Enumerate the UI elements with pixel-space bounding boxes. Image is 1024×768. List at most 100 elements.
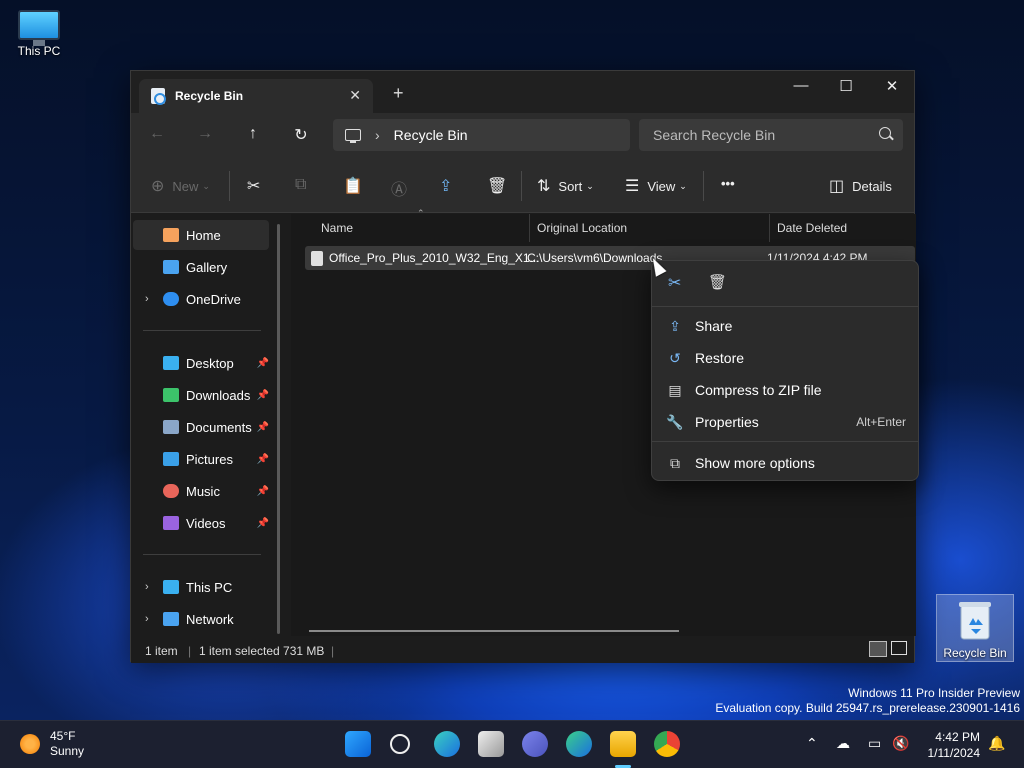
delete-button[interactable]: 🗑 — [487, 176, 515, 196]
breadcrumb-recycle-bin[interactable]: Recycle Bin — [394, 127, 468, 143]
recycle-bin-icon — [151, 88, 166, 105]
paste-button[interactable]: 📋 — [343, 176, 371, 196]
menu-item-show-more-options[interactable]: ⧉ Show more options — [666, 451, 906, 475]
scissors-icon[interactable]: ✂ — [668, 273, 681, 293]
file-location: C:\Users\vm6\Downloads — [527, 251, 663, 265]
sidebar-item-label: This PC — [186, 579, 233, 595]
volume-muted-icon[interactable]: 🔇 — [892, 735, 909, 752]
sidebar-item-gallery[interactable]: Gallery — [133, 252, 269, 282]
copy-button[interactable]: ⧉ — [295, 176, 314, 194]
onedrive-offline-icon[interactable]: ☁ — [836, 735, 850, 752]
sidebar-item-pictures[interactable]: Pictures 📌 — [133, 444, 269, 474]
sidebar-scrollbar[interactable] — [277, 224, 280, 634]
desktop-icon-recycle-bin[interactable]: Recycle Bin — [936, 594, 1014, 662]
chevron-up-icon[interactable]: ⌃ — [806, 735, 818, 752]
sort-icon: ⇅ — [537, 178, 551, 195]
status-divider: | — [188, 644, 192, 658]
maximize-button[interactable]: ☐ — [830, 77, 862, 95]
scissors-icon: ✂ — [247, 178, 261, 195]
recycle-bin-icon — [959, 602, 991, 640]
tab-title: Recycle Bin — [175, 89, 244, 103]
sidebar-item-network[interactable]: › Network — [133, 604, 269, 634]
task-view-icon[interactable] — [478, 731, 504, 757]
details-button[interactable]: ◫ Details — [829, 176, 892, 196]
share-button[interactable]: ⇪ — [439, 176, 460, 196]
sidebar-item-onedrive[interactable]: › OneDrive — [133, 284, 269, 314]
desktop-icon-label: Recycle Bin — [943, 646, 1007, 660]
chevron-right-icon[interactable]: › — [375, 127, 380, 143]
taskbar: 45°F Sunny ⌃ ☁ ▭ 🔇 4:42 PM 1/11/2024 🔔 — [0, 720, 1024, 768]
teams-chat-icon[interactable] — [522, 731, 548, 757]
network-icon — [163, 612, 179, 626]
up-arrow-icon[interactable]: ↑ — [243, 125, 263, 143]
tiles-view-icon[interactable] — [891, 641, 907, 655]
details-view-icon[interactable] — [869, 641, 887, 657]
forward-arrow-icon[interactable]: → — [195, 125, 215, 143]
sidebar-item-documents[interactable]: Documents 📌 — [133, 412, 269, 442]
chrome-icon[interactable] — [654, 731, 680, 757]
context-menu-quick-actions: ✂ 🗑 — [652, 261, 918, 307]
notification-bell-icon[interactable]: 🔔 — [988, 735, 1005, 752]
refresh-icon[interactable]: ↻ — [291, 125, 311, 145]
pin-icon: 📌 — [256, 453, 269, 465]
chevron-right-icon[interactable]: › — [145, 581, 149, 593]
start-button[interactable] — [345, 731, 371, 757]
back-arrow-icon[interactable]: ← — [147, 125, 167, 143]
close-button[interactable]: ✕ — [876, 77, 908, 95]
horizontal-scrollbar[interactable] — [309, 630, 679, 632]
details-label: Details — [852, 178, 892, 194]
rename-button[interactable]: Ⓐ — [391, 176, 415, 200]
sidebar-item-desktop[interactable]: Desktop 📌 — [133, 348, 269, 378]
search-icon[interactable] — [390, 734, 410, 754]
close-tab-icon[interactable]: ✕ — [349, 87, 361, 104]
chevron-right-icon[interactable]: › — [145, 293, 149, 305]
cut-button[interactable]: ✂ — [247, 176, 268, 196]
trash-icon[interactable]: 🗑 — [708, 273, 727, 291]
new-tab-button[interactable]: + — [393, 83, 404, 104]
command-bar: ⊕ New ⌄ ✂ ⧉ 📋 Ⓐ ⇪ 🗑 ⇅ Sort ⌄ ☰ View ⌄ ••… — [131, 159, 914, 213]
tab-recycle-bin[interactable]: Recycle Bin ✕ — [139, 79, 373, 113]
clock-time: 4:42 PM — [935, 730, 980, 744]
search-input[interactable]: Search Recycle Bin — [639, 119, 903, 151]
sidebar-item-this-pc[interactable]: › This PC — [133, 572, 269, 602]
share-icon: ⇪ — [669, 317, 681, 334]
clock[interactable]: 4:42 PM 1/11/2024 — [928, 729, 981, 761]
rename-icon: Ⓐ — [391, 182, 408, 199]
sidebar-item-music[interactable]: Music 📌 — [133, 476, 269, 506]
new-label: New — [172, 178, 199, 194]
column-divider[interactable] — [769, 214, 770, 242]
address-bar[interactable]: › Recycle Bin — [333, 119, 630, 151]
menu-item-share[interactable]: ⇪ Share — [666, 314, 906, 338]
wrench-icon: 🔧 — [666, 413, 684, 430]
sidebar-item-label: Music — [186, 483, 220, 499]
edge-beta-icon[interactable] — [434, 731, 460, 757]
sort-button[interactable]: ⇅ Sort ⌄ — [537, 176, 594, 196]
column-header-date-deleted[interactable]: Date Deleted — [777, 214, 847, 242]
search-icon — [879, 127, 891, 139]
chevron-right-icon[interactable]: › — [145, 613, 149, 625]
weather-widget[interactable]: 45°F Sunny — [20, 729, 84, 759]
column-header-name[interactable]: Name — [321, 214, 353, 242]
edge-icon[interactable] — [566, 731, 592, 757]
menu-item-properties[interactable]: 🔧 Properties Alt+Enter — [666, 410, 906, 434]
menu-item-restore[interactable]: ↺ Restore — [666, 346, 906, 370]
column-divider[interactable] — [529, 214, 530, 242]
view-button[interactable]: ☰ View ⌄ — [625, 176, 687, 196]
pin-icon: 📌 — [256, 485, 269, 497]
more-options-button[interactable]: ••• — [721, 176, 735, 191]
gallery-icon — [163, 260, 179, 274]
desktop-icon-this-pc[interactable]: This PC — [0, 10, 78, 58]
minimize-button[interactable]: — — [785, 77, 817, 94]
sidebar-item-videos[interactable]: Videos 📌 — [133, 508, 269, 538]
sidebar-item-label: Desktop — [186, 355, 234, 371]
menu-item-compress-zip[interactable]: ▤ Compress to ZIP file — [666, 378, 906, 402]
menu-item-label: Properties — [695, 414, 759, 430]
sidebar-item-downloads[interactable]: Downloads 📌 — [133, 380, 269, 410]
network-icon[interactable]: ▭ — [868, 735, 881, 752]
sidebar-item-home[interactable]: Home — [133, 220, 269, 250]
new-button[interactable]: ⊕ New ⌄ — [151, 176, 210, 196]
column-header-original-location[interactable]: Original Location — [537, 214, 627, 242]
home-icon — [163, 228, 179, 242]
chevron-down-icon: ⌄ — [586, 180, 594, 191]
file-explorer-icon[interactable] — [610, 731, 636, 757]
